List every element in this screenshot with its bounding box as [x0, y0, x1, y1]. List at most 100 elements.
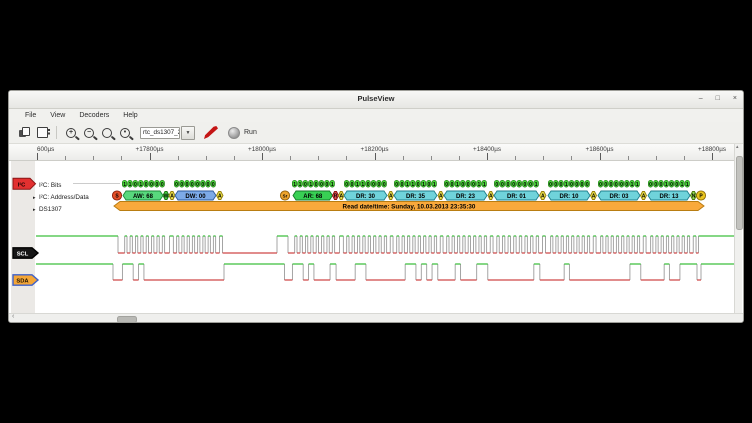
- ruler-minor-tick: [121, 156, 122, 160]
- sda-wave-edges: [113, 264, 701, 280]
- toolbar-separator: [56, 126, 57, 139]
- annotation-text: A: [218, 194, 222, 200]
- decoder-row-label[interactable]: I²C: Address/Data: [39, 194, 89, 201]
- vertical-scroll-thumb[interactable]: [736, 156, 743, 230]
- scl-signal-tag-label: SCL: [17, 251, 29, 257]
- bit-annotation-text: 0: [451, 182, 454, 188]
- zoom-original-button[interactable]: •: [116, 124, 134, 141]
- annotation-text: A: [489, 194, 493, 200]
- bit-annotation-text: 0: [586, 182, 589, 188]
- title-bar[interactable]: PulseView – □ ×: [9, 91, 743, 109]
- bit-annotation-text: 1: [535, 182, 538, 188]
- bit-annotation-text: 1: [406, 182, 409, 188]
- bit-annotation-text: 0: [191, 182, 194, 188]
- ruler-label: +18800µs: [698, 146, 726, 153]
- ruler-minor-tick: [431, 156, 432, 160]
- annotation-text: A: [642, 194, 646, 200]
- bit-annotation-text: 0: [186, 182, 189, 188]
- bit-annotation-text: 0: [581, 182, 584, 188]
- session-combo-value[interactable]: rtc_ds1307_2: [140, 127, 180, 139]
- bit-annotation-text: 0: [523, 182, 526, 188]
- bit-annotation-text: 0: [501, 182, 504, 188]
- zoom-original-icon: •: [120, 128, 130, 138]
- annotation-text: A: [339, 194, 343, 200]
- ruler-major-tick: [600, 153, 601, 160]
- menu-decoders[interactable]: Decoders: [72, 112, 116, 119]
- maximize-button[interactable]: □: [716, 93, 720, 105]
- close-button[interactable]: ×: [733, 93, 737, 105]
- ruler-major-tick: [150, 153, 151, 160]
- annotation-text: AR: 68: [303, 194, 323, 200]
- bit-annotation-text: 1: [681, 182, 684, 188]
- bit-annotation-text: 0: [161, 182, 164, 188]
- horizontal-scrollbar[interactable]: ‹: [9, 313, 744, 322]
- ruler-major-tick: [37, 153, 38, 160]
- menu-bar: File View Decoders Help: [9, 109, 743, 122]
- bit-annotation-text: 0: [495, 182, 498, 188]
- bit-annotation-text: 1: [433, 182, 436, 188]
- bit-annotation-text: 0: [150, 182, 153, 188]
- expand-arrow-icon[interactable]: ▸: [33, 207, 36, 213]
- zoom-out-icon: −: [84, 128, 94, 138]
- ruler-minor-tick: [65, 156, 66, 160]
- bit-annotation-text: 1: [299, 182, 302, 188]
- zoom-fit-icon: [102, 128, 112, 138]
- session-combo-dropdown[interactable]: ▼: [181, 126, 195, 140]
- annotation-text: A: [170, 194, 174, 200]
- annotation-text: DR: 30: [356, 194, 376, 200]
- trace-canvas: I²C: Bits▸I²C: Address/Data▸DS1307I²CSCL…: [9, 161, 744, 314]
- scroll-left-icon[interactable]: ‹: [12, 313, 14, 320]
- zoom-fit-button[interactable]: [98, 124, 116, 141]
- decoder-row-label[interactable]: DS1307: [39, 206, 62, 213]
- bit-annotation-text: 1: [456, 182, 459, 188]
- bit-annotation-text: 1: [483, 182, 486, 188]
- ruler-major-tick: [262, 153, 263, 160]
- bit-annotation-text: 0: [649, 182, 652, 188]
- zoom-in-button[interactable]: +: [62, 124, 80, 141]
- probe-config-icon[interactable]: [204, 126, 218, 139]
- bit-annotation-text: 0: [518, 182, 521, 188]
- bit-annotation-text: 0: [180, 182, 183, 188]
- new-session-button[interactable]: [15, 124, 33, 141]
- ruler-minor-tick: [206, 156, 207, 160]
- run-label: Run: [244, 129, 257, 136]
- bit-annotation-text: 0: [325, 182, 328, 188]
- window-title: PulseView: [9, 94, 743, 103]
- ruler-minor-tick: [459, 156, 460, 160]
- menu-file[interactable]: File: [18, 112, 43, 119]
- save-session-button[interactable]: [33, 124, 51, 141]
- horizontal-scroll-thumb[interactable]: [117, 316, 137, 323]
- menu-view[interactable]: View: [43, 112, 72, 119]
- bit-annotation-text: 0: [560, 182, 563, 188]
- bit-annotation-text: 0: [512, 182, 515, 188]
- run-button[interactable]: Run: [228, 127, 257, 139]
- bit-annotation-text: 0: [472, 182, 475, 188]
- bit-annotation-text: 0: [175, 182, 178, 188]
- expand-arrow-icon[interactable]: ▸: [33, 195, 36, 201]
- ruler-major-tick: [487, 153, 488, 160]
- trace-area: I²C: Bits▸I²C: Address/Data▸DS1307I²CSCL…: [9, 161, 744, 314]
- minimize-button[interactable]: –: [699, 93, 703, 105]
- ruler-minor-tick: [543, 156, 544, 160]
- menu-help[interactable]: Help: [116, 112, 144, 119]
- ruler-label: +18000µs: [248, 146, 276, 153]
- run-led-icon: [228, 127, 240, 139]
- decoder-row-label[interactable]: I²C: Bits: [39, 182, 61, 189]
- chevron-down-icon: ▼: [186, 130, 191, 136]
- i2c-decoder-tag-label: I²C: [18, 181, 27, 188]
- bit-annotation-text: 0: [467, 182, 470, 188]
- bit-annotation-text: 1: [123, 182, 126, 188]
- vertical-scrollbar[interactable]: ▴: [734, 144, 742, 313]
- scroll-up-icon[interactable]: ▴: [736, 144, 739, 150]
- ruler-minor-tick: [346, 156, 347, 160]
- bit-annotation-text: 0: [196, 182, 199, 188]
- toolbar: + − • rtc_ds1307_2 ▼ Run: [9, 122, 743, 144]
- ruler-minor-tick: [93, 156, 94, 160]
- bit-annotation-text: 0: [320, 182, 323, 188]
- zoom-out-button[interactable]: −: [80, 124, 98, 141]
- annotation-text: DR: 10: [559, 194, 579, 200]
- bit-annotation-text: 1: [477, 182, 480, 188]
- bit-annotation-text: 0: [145, 182, 148, 188]
- annotation-text: A: [439, 194, 443, 200]
- save-session-icon: [37, 127, 48, 138]
